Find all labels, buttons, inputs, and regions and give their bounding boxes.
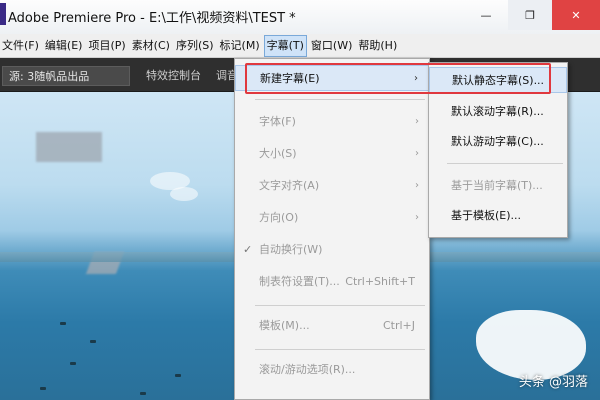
minimize-button[interactable]: — bbox=[464, 0, 508, 30]
checkmark-icon: ✓ bbox=[243, 243, 253, 256]
menu-shortcut: Ctrl+Shift+T bbox=[345, 275, 415, 288]
watermark: 头条 @羽落 bbox=[518, 375, 588, 390]
chevron-right-icon: › bbox=[415, 212, 419, 223]
menu-bar: 文件(F) 编辑(E) 项目(P) 素材(C) 序列(S) 标记(M) 字幕(T… bbox=[0, 34, 600, 58]
menu-item-based-on-current[interactable]: 基于当前字幕(T)... bbox=[429, 173, 567, 199]
menu-item-label: 大小(S) bbox=[259, 147, 297, 160]
menu-item-based-on-template[interactable]: 基于模板(E)... bbox=[429, 203, 567, 229]
menu-item-orientation[interactable]: 方向(O) › bbox=[235, 205, 429, 231]
boat-shape bbox=[175, 374, 181, 377]
menu-title[interactable]: 字幕(T) bbox=[263, 34, 307, 57]
window-title: Adobe Premiere Pro - E:\工作\视频资料\TEST * bbox=[8, 11, 296, 26]
cloud-shape bbox=[170, 187, 198, 201]
tab-effect-controls[interactable]: 特效控制台 bbox=[140, 66, 207, 86]
boat-shape bbox=[70, 362, 76, 365]
window-controls: — ❐ ✕ bbox=[464, 0, 600, 30]
menu-edit[interactable]: 编辑(E) bbox=[43, 35, 85, 57]
menu-item-roll-crawl[interactable]: 滚动/游动选项(R)... bbox=[235, 357, 429, 383]
menu-project[interactable]: 项目(P) bbox=[86, 35, 127, 57]
menu-item-label: 自动换行(W) bbox=[259, 243, 323, 256]
chevron-right-icon: › bbox=[415, 116, 419, 127]
menu-item-default-roll[interactable]: 默认滚动字幕(R)... bbox=[429, 99, 567, 125]
chevron-right-icon: › bbox=[415, 148, 419, 159]
menu-item-align[interactable]: 文字对齐(A) › bbox=[235, 173, 429, 199]
menu-item-tab-stops[interactable]: 制表符设置(T)... Ctrl+Shift+T bbox=[235, 269, 429, 295]
menu-marker[interactable]: 标记(M) bbox=[218, 35, 262, 57]
close-button[interactable]: ✕ bbox=[552, 0, 600, 30]
blurred-region bbox=[36, 132, 102, 162]
menu-item-label: 制表符设置(T)... bbox=[259, 275, 340, 288]
menu-item-word-wrap[interactable]: ✓ 自动换行(W) bbox=[235, 237, 429, 263]
menu-clip[interactable]: 素材(C) bbox=[130, 35, 172, 57]
menu-window[interactable]: 窗口(W) bbox=[309, 35, 354, 57]
menu-help[interactable]: 帮助(H) bbox=[356, 35, 399, 57]
menu-shortcut: Ctrl+J bbox=[382, 319, 415, 332]
boat-shape bbox=[60, 322, 66, 325]
menu-item-label: 字体(F) bbox=[259, 115, 296, 128]
premiere-logo-icon bbox=[0, 3, 6, 25]
menu-item-default-crawl[interactable]: 默认游动字幕(C)... bbox=[429, 129, 567, 155]
menu-item-label: 方向(O) bbox=[259, 211, 299, 224]
wave-foam bbox=[476, 310, 586, 380]
title-bar: Adobe Premiere Pro - E:\工作\视频资料\TEST * —… bbox=[0, 0, 600, 34]
menu-item-label: 滚动/游动选项(R)... bbox=[259, 363, 356, 376]
restore-button[interactable]: ❐ bbox=[508, 0, 552, 30]
menu-item-templates[interactable]: 模板(M)... Ctrl+J bbox=[235, 313, 429, 339]
menu-item-label: 文字对齐(A) bbox=[259, 179, 320, 192]
menu-separator bbox=[255, 99, 425, 100]
menu-item-font[interactable]: 字体(F) › bbox=[235, 109, 429, 135]
menu-item-label: 模板(M)... bbox=[259, 319, 310, 332]
menu-separator bbox=[447, 163, 563, 164]
annotation-highlight bbox=[245, 63, 551, 94]
boat-shape bbox=[40, 387, 46, 390]
title-menu: 新建字幕(E) › 字体(F) › 大小(S) › 文字对齐(A) › 方向(O… bbox=[234, 58, 430, 400]
tab-source[interactable]: 源: 3随帆品出品(1).mp4▼ bbox=[2, 66, 130, 103]
menu-item-size[interactable]: 大小(S) › bbox=[235, 141, 429, 167]
boat-shape bbox=[140, 392, 146, 395]
chevron-right-icon: › bbox=[415, 180, 419, 191]
menu-sequence[interactable]: 序列(S) bbox=[174, 35, 216, 57]
menu-separator bbox=[255, 349, 425, 350]
boat-shape bbox=[90, 340, 96, 343]
menu-separator bbox=[255, 305, 425, 306]
menu-file[interactable]: 文件(F) bbox=[0, 35, 41, 57]
